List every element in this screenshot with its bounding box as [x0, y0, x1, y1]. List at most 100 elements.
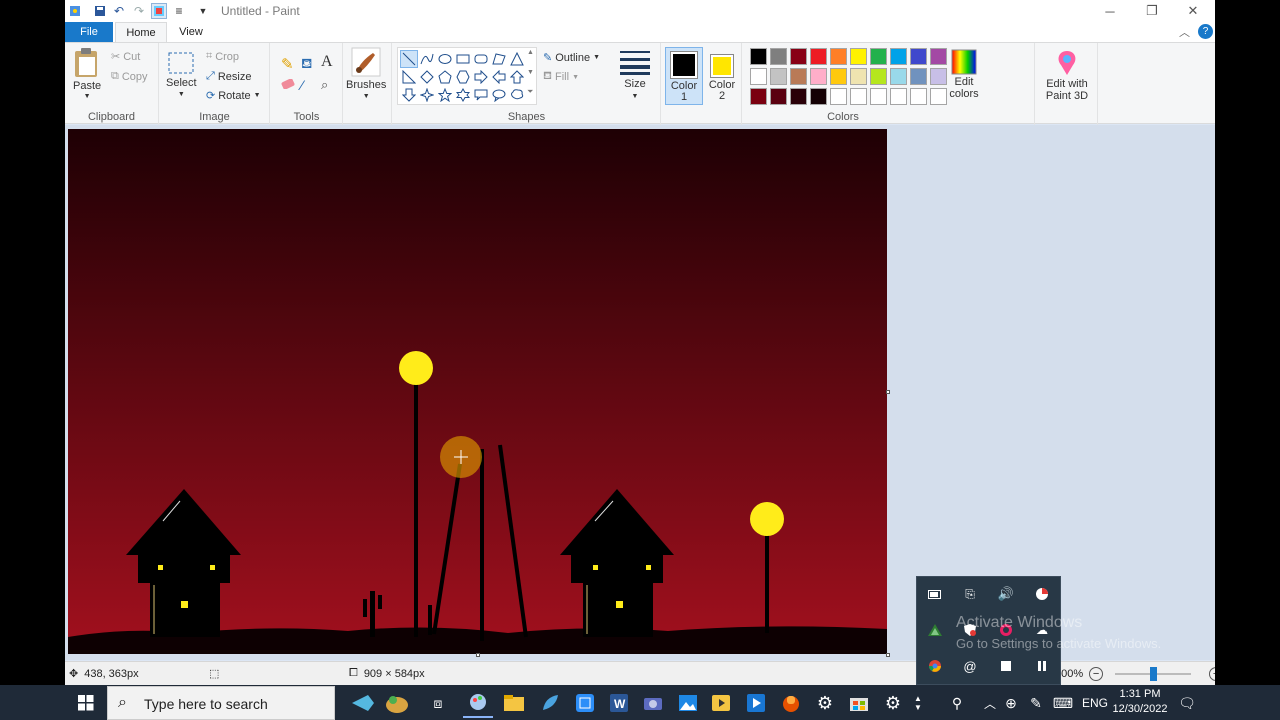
pen-icon[interactable]: ✎: [1021, 688, 1051, 718]
hexagon-shape-icon[interactable]: [454, 68, 472, 86]
usb-device-icon[interactable]: ⎘: [958, 582, 982, 606]
stop-recording-icon[interactable]: [994, 654, 1018, 678]
color1-button[interactable]: Color 1: [665, 47, 703, 105]
eraser-icon[interactable]: [281, 78, 295, 92]
help-icon[interactable]: ?: [1198, 24, 1213, 39]
canvas-resize-handle-right[interactable]: [886, 390, 890, 394]
palette-swatch[interactable]: [870, 88, 887, 105]
settings-gear-icon[interactable]: ⚙: [810, 688, 840, 718]
palette-swatch[interactable]: [810, 88, 827, 105]
clock[interactable]: 1:31 PM 12/30/2022: [1112, 688, 1168, 715]
pencil-icon[interactable]: ✎: [281, 55, 294, 73]
oval-callout-shape-icon[interactable]: [490, 86, 508, 104]
line-size-icon[interactable]: ≡: [171, 3, 187, 19]
language-indicator[interactable]: ENG: [1080, 688, 1110, 718]
polygon-shape-icon[interactable]: [490, 50, 508, 68]
notifications-icon[interactable]: 🗨: [1172, 688, 1202, 718]
taskbar-scroll-icon[interactable]: ▲ ▼: [908, 688, 928, 718]
palette-swatch[interactable]: [850, 68, 867, 85]
palette-swatch[interactable]: [770, 48, 787, 65]
triangle-shape-icon[interactable]: [508, 50, 526, 68]
palette-swatch[interactable]: [770, 68, 787, 85]
palette-swatch[interactable]: [750, 68, 767, 85]
pause-recording-icon[interactable]: [1030, 654, 1054, 678]
palette-swatch[interactable]: [770, 88, 787, 105]
battery-icon[interactable]: [923, 582, 947, 606]
shapes-scroll-down-icon[interactable]: ▼: [527, 69, 534, 76]
resize-button[interactable]: ⤢ Resize: [206, 70, 251, 83]
taskbar-paint-icon[interactable]: [463, 688, 493, 718]
palette-swatch[interactable]: [870, 48, 887, 65]
left-arrow-shape-icon[interactable]: [490, 68, 508, 86]
zoom-in-button[interactable]: +: [1209, 667, 1215, 681]
line-shape-icon[interactable]: [400, 50, 418, 68]
minimize-button[interactable]: ─: [1090, 0, 1130, 22]
cut-button[interactable]: ✂ Cut: [111, 50, 140, 64]
palette-swatch[interactable]: [790, 48, 807, 65]
shapes-scroll-up-icon[interactable]: ▲: [527, 49, 534, 56]
zoom-out-button[interactable]: −: [1089, 667, 1104, 681]
close-button[interactable]: ✕: [1173, 0, 1213, 22]
outline-button[interactable]: ✎ Outline ▼: [543, 51, 600, 65]
chrome-icon[interactable]: [923, 654, 947, 678]
curve-shape-icon[interactable]: [418, 50, 436, 68]
settings-alt-icon[interactable]: ⚙: [878, 688, 908, 718]
palette-swatch[interactable]: [750, 88, 767, 105]
camera-icon[interactable]: [638, 688, 668, 718]
rectangle-shape-icon[interactable]: [454, 50, 472, 68]
diamond-shape-icon[interactable]: [418, 68, 436, 86]
palette-swatch[interactable]: [830, 68, 847, 85]
palette-swatch[interactable]: [910, 68, 927, 85]
five-point-star-shape-icon[interactable]: [436, 86, 454, 104]
hand-app-icon[interactable]: [776, 688, 806, 718]
palette-swatch[interactable]: [870, 68, 887, 85]
people-icon[interactable]: ⚲: [942, 688, 972, 718]
customize-toolbar-icon[interactable]: ▼: [195, 3, 211, 19]
paste-button[interactable]: Paste ▼: [73, 47, 101, 100]
tab-file[interactable]: File: [65, 22, 113, 42]
search-highlight-basket-icon[interactable]: [382, 688, 412, 718]
palette-swatch[interactable]: [790, 88, 807, 105]
cloud-callout-shape-icon[interactable]: [508, 86, 526, 104]
palette-swatch[interactable]: [890, 68, 907, 85]
security-shield-icon[interactable]: [1030, 582, 1054, 606]
palette-swatch[interactable]: [890, 48, 907, 65]
crop-button[interactable]: ⌗ Crop: [206, 50, 239, 63]
word-icon[interactable]: W: [604, 688, 634, 718]
task-view-icon[interactable]: ⧈: [423, 688, 453, 718]
palette-swatch[interactable]: [830, 48, 847, 65]
palette-swatch[interactable]: [910, 88, 927, 105]
snip-tool-icon[interactable]: [570, 688, 600, 718]
pentagon-shape-icon[interactable]: [436, 68, 454, 86]
six-point-star-shape-icon[interactable]: [454, 86, 472, 104]
rectangular-callout-shape-icon[interactable]: [472, 86, 490, 104]
palette-swatch[interactable]: [830, 88, 847, 105]
fill-bucket-icon[interactable]: ⛾: [301, 55, 312, 74]
fill-button[interactable]: ⛾ Fill ▼: [543, 70, 579, 84]
oval-shape-icon[interactable]: [436, 50, 454, 68]
palette-swatch[interactable]: [750, 48, 767, 65]
at-sign-icon[interactable]: @: [958, 654, 982, 678]
palette-swatch[interactable]: [850, 88, 867, 105]
palette-swatch[interactable]: [810, 48, 827, 65]
rounded-rectangle-shape-icon[interactable]: [472, 50, 490, 68]
video-editor-icon[interactable]: [706, 688, 736, 718]
canvas-resize-handle-corner[interactable]: [886, 653, 890, 657]
magnifier-icon[interactable]: ⌕: [321, 77, 328, 93]
tab-home[interactable]: Home: [115, 22, 167, 42]
photos-icon[interactable]: [673, 688, 703, 718]
up-arrow-shape-icon[interactable]: [508, 68, 526, 86]
collapse-ribbon-icon[interactable]: ︿: [1179, 24, 1190, 40]
taskbar-search-box[interactable]: ⌕ Type here to search: [107, 686, 335, 720]
palette-swatch[interactable]: [790, 68, 807, 85]
file-explorer-icon[interactable]: [499, 688, 529, 718]
store-icon[interactable]: [844, 688, 874, 718]
color2-button[interactable]: Color 2: [706, 47, 738, 105]
media-player-icon[interactable]: [741, 688, 771, 718]
undo-icon[interactable]: ↶: [111, 3, 127, 19]
zoom-slider-thumb[interactable]: [1150, 667, 1158, 681]
feather-app-icon[interactable]: [535, 688, 565, 718]
palette-swatch[interactable]: [910, 48, 927, 65]
drawing-canvas[interactable]: [68, 129, 887, 654]
save-icon[interactable]: [92, 3, 108, 19]
